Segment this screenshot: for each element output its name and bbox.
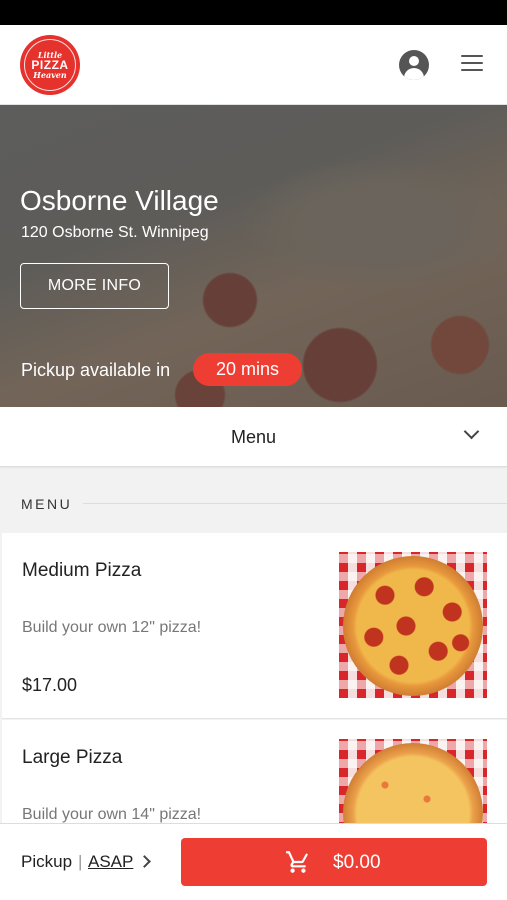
order-bar: Pickup | ASAP $0.00: [0, 823, 507, 900]
logo-text: Little PIZZA Heaven: [31, 51, 68, 79]
menu-line: [461, 62, 483, 64]
pickup-mode[interactable]: Pickup: [21, 852, 72, 872]
item-image: [339, 552, 487, 698]
cart-total: $0.00: [333, 852, 381, 873]
item-description: Build your own 14" pizza!: [22, 806, 202, 823]
menu-item-card[interactable]: Large Pizza Build your own 14" pizza!: [2, 720, 507, 830]
pickup-time-badge: 20 mins: [193, 353, 302, 386]
more-info-button[interactable]: MORE INFO: [20, 263, 169, 309]
menu-dropdown-label: Menu: [230, 427, 277, 447]
account-icon-body: [404, 68, 424, 80]
cart-button[interactable]: $0.00: [181, 838, 487, 886]
pizza-photo: [343, 743, 483, 829]
item-description: Build your own 12" pizza!: [22, 619, 202, 636]
status-bar: [0, 0, 507, 25]
menu-item-card[interactable]: Medium Pizza Build your own 12" pizza! $…: [2, 533, 507, 719]
pickup-time-link[interactable]: ASAP: [88, 852, 133, 872]
store-name: Osborne Village: [20, 185, 219, 216]
brand-logo[interactable]: Little PIZZA Heaven: [20, 35, 80, 95]
pizza-photo: [343, 556, 483, 696]
shopping-cart-icon: [286, 851, 308, 873]
pickup-availability-label: Pickup available in: [21, 360, 171, 380]
store-address: 120 Osborne St. Winnipeg: [21, 224, 209, 241]
logo-line-3: Heaven: [33, 70, 67, 80]
item-price: $17.00: [22, 675, 78, 695]
item-name: Large Pizza: [22, 747, 123, 768]
app-header: Little PIZZA Heaven: [0, 25, 507, 105]
pickup-separator: |: [78, 852, 83, 871]
menu-line: [461, 69, 483, 71]
section-title: MENU: [21, 496, 73, 512]
item-name: Medium Pizza: [22, 560, 142, 581]
menu-line: [461, 55, 483, 57]
account-icon[interactable]: [399, 50, 429, 80]
hamburger-menu-icon[interactable]: [461, 55, 483, 73]
store-hero: Osborne Village 120 Osborne St. Winnipeg…: [0, 105, 507, 407]
account-icon-head: [409, 56, 419, 66]
section-divider: [83, 503, 507, 504]
menu-dropdown[interactable]: Menu: [0, 407, 507, 467]
item-image: [339, 739, 487, 829]
chevron-right-icon[interactable]: [138, 855, 151, 868]
